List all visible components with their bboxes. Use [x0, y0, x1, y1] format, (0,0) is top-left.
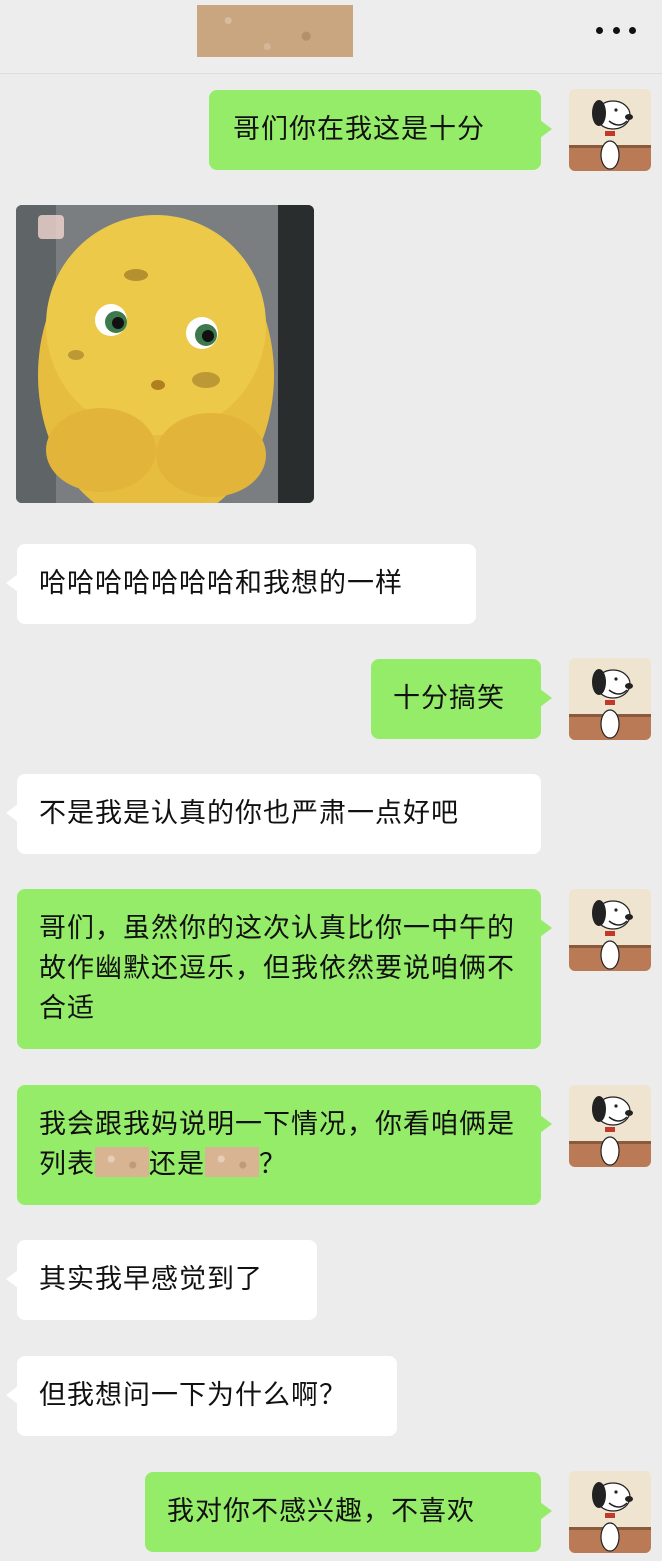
- censored-word: [95, 1147, 149, 1177]
- dot: [612, 26, 620, 34]
- censored-word: [205, 1147, 259, 1177]
- dot: [629, 26, 636, 34]
- message-text-part: 还是: [149, 1149, 205, 1180]
- message-text: 我对你不感兴趣，不喜欢: [167, 1496, 475, 1527]
- message-text: 十分搞笑: [393, 683, 505, 714]
- message-text-part: ？: [259, 1149, 287, 1180]
- message-bubble-incoming[interactable]: 但我想问一下为什么啊？: [6, 1356, 397, 1436]
- message-text: 不是我是认真的你也严肃一点好吧: [39, 798, 459, 829]
- message-bubble-incoming[interactable]: 其实我早感觉到了: [6, 1240, 317, 1320]
- message-text: 哥们你在我这是十分: [233, 114, 485, 145]
- more-dots-icon[interactable]: [596, 18, 636, 42]
- potato-character-sticker[interactable]: [16, 205, 314, 503]
- message-bubble-incoming[interactable]: 哈哈哈哈哈哈哈和我想的一样: [6, 544, 476, 624]
- message-text: 哥们，虽然你的这次认真比你一中午的故作幽默还逗乐，但我依然要说咱俩不合适: [39, 913, 515, 1024]
- message-bubble-outgoing[interactable]: 十分搞笑: [371, 659, 552, 739]
- redacted-contact-name: [197, 5, 353, 57]
- snoopy-avatar-icon[interactable]: [569, 658, 651, 740]
- message-bubble-outgoing[interactable]: 哥们你在我这是十分: [209, 90, 552, 170]
- dot: [596, 26, 603, 34]
- message-text: 但我想问一下为什么啊？: [39, 1380, 347, 1411]
- message-bubble-outgoing[interactable]: 哥们，虽然你的这次认真比你一中午的故作幽默还逗乐，但我依然要说咱俩不合适: [17, 889, 552, 1049]
- chat-header: [0, 0, 662, 74]
- message-text: 其实我早感觉到了: [39, 1264, 263, 1295]
- snoopy-avatar-icon[interactable]: [569, 889, 651, 971]
- snoopy-avatar-icon[interactable]: [569, 1085, 651, 1167]
- message-bubble-incoming[interactable]: 不是我是认真的你也严肃一点好吧: [6, 774, 541, 854]
- message-bubble-outgoing[interactable]: 我对你不感兴趣，不喜欢: [145, 1472, 552, 1552]
- snoopy-avatar-icon[interactable]: [569, 89, 651, 171]
- message-bubble-outgoing[interactable]: 我会跟我妈说明一下情况，你看咱俩是列表 还是？: [17, 1085, 552, 1205]
- snoopy-avatar-icon[interactable]: [569, 1471, 651, 1553]
- message-text: 哈哈哈哈哈哈哈和我想的一样: [39, 568, 403, 599]
